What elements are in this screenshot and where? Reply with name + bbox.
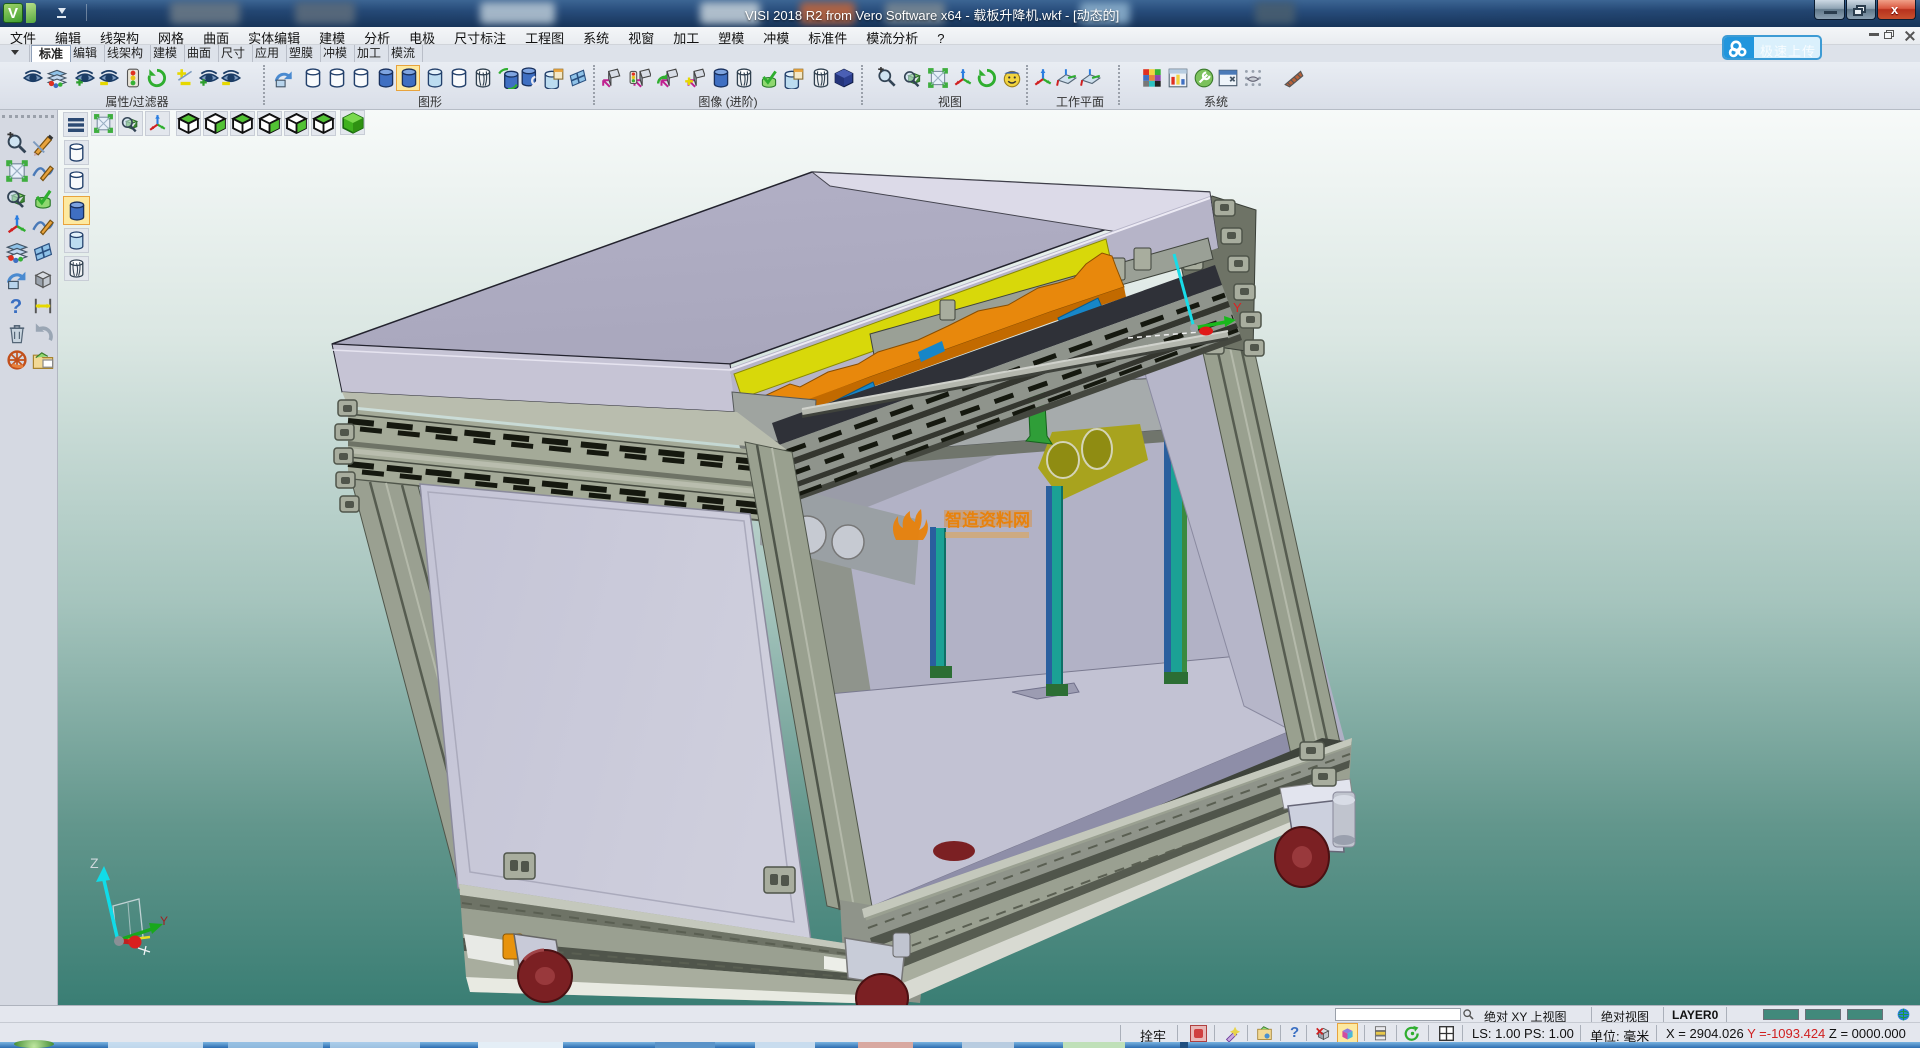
svg-text:Y: Y	[1233, 300, 1242, 315]
svg-text:Z: Z	[90, 855, 99, 871]
svg-text:Y: Y	[160, 914, 168, 928]
svg-text:智造资料网: 智造资料网	[945, 510, 1030, 530]
